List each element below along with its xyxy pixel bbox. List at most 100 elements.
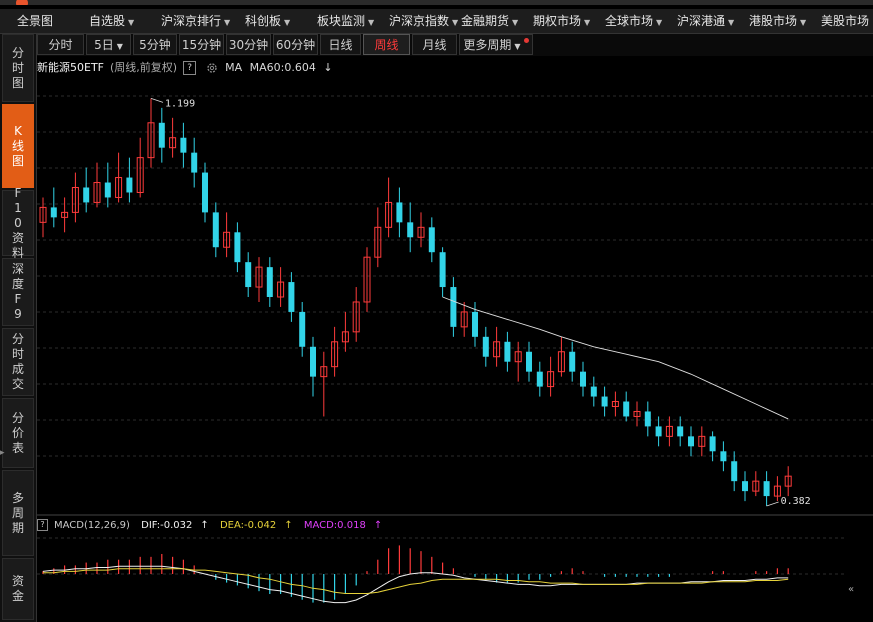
macd-dea-value: DEA:-0.042 — [219, 520, 277, 531]
low-price-label: 0.382 — [781, 496, 811, 507]
sidebar-btn-2[interactable]: F10资料 — [2, 186, 34, 260]
chart-qualifier: (周线,前复权) — [110, 61, 178, 74]
menu-item-1[interactable]: 自选股 ▼ — [89, 9, 134, 33]
menu-item-5[interactable]: 沪深京指数 ▼ — [389, 9, 458, 33]
candle-body — [655, 426, 662, 437]
menu-item-label: 沪深港通 — [677, 14, 726, 28]
menu-item-3[interactable]: 科创板 ▼ — [245, 9, 290, 33]
sidebar-btn-label: 多周期 — [11, 490, 24, 535]
sidebar-btn-label: F10资料 — [11, 185, 24, 260]
menu-item-4[interactable]: 板块监测 ▼ — [317, 9, 374, 33]
candle-body — [709, 436, 716, 452]
ma60-value: MA60:0.604 — [249, 61, 316, 74]
candle-body — [763, 481, 770, 497]
period-tab-5[interactable]: 60分钟 — [273, 34, 318, 55]
low-pointer — [766, 501, 779, 507]
candle-body — [688, 436, 694, 447]
period-tab-label: 15分钟 — [181, 38, 222, 52]
sidebar-btn-label: K线图 — [11, 123, 24, 168]
candle-body — [601, 396, 608, 407]
sidebar-btn-6[interactable]: 多周期 — [2, 470, 34, 556]
menu-item-6[interactable]: 金融期货 ▼ — [461, 9, 518, 33]
period-tab-0[interactable]: 分时 — [37, 34, 84, 55]
scroll-left-icon[interactable]: « — [848, 584, 854, 595]
period-tab-4[interactable]: 30分钟 — [226, 34, 271, 55]
sidebar-btn-7[interactable]: 资金 — [2, 558, 34, 620]
candle-body — [450, 287, 457, 327]
menu-item-7[interactable]: 期权市场 ▼ — [533, 9, 590, 33]
sidebar-collapse-icon[interactable]: ▸ — [0, 448, 8, 462]
period-tab-6[interactable]: 日线 — [320, 34, 361, 55]
menu-item-label: 期权市场 — [533, 14, 582, 28]
period-tab-label: 更多周期 — [463, 38, 512, 52]
candle-body — [126, 177, 133, 193]
chevron-down-icon: ▼ — [368, 18, 375, 27]
period-tab-label: 分时 — [48, 38, 73, 52]
period-tab-7[interactable]: 周线 — [363, 34, 410, 55]
menu-item-label: 美股市场 — [821, 14, 870, 28]
chevron-down-icon: ▼ — [512, 18, 519, 27]
candlestick-chart[interactable]: 1.199 0.382 — [37, 78, 873, 516]
candle-body — [407, 222, 414, 238]
main-menu-bar: 全景图 自选股 ▼ 沪深京排行 ▼ 科创板 ▼ 板块监测 ▼ 沪深京指数 ▼ 金融期货 ▼ 期权市场 ▼ 全球… — [0, 9, 873, 34]
menu-item-2[interactable]: 沪深京排行 ▼ — [161, 9, 230, 33]
candle-body — [526, 351, 532, 372]
candle-body — [644, 411, 651, 427]
candle-body — [428, 227, 435, 253]
period-tab-1[interactable]: 5日 ▼ — [86, 34, 131, 55]
candle-body — [104, 182, 111, 198]
stock-name: 新能源50ETF — [37, 61, 104, 74]
high-price-label: 1.199 — [165, 98, 195, 109]
macd-indicator-label[interactable]: MACD(12,26,9) — [54, 520, 130, 531]
candle-body — [742, 481, 748, 492]
sidebar-btn-0[interactable]: 分时图 — [2, 34, 34, 102]
macd-chart[interactable] — [37, 534, 847, 614]
app-logo-icon — [16, 0, 28, 5]
macd-up-arrow-icon: ↑ — [373, 520, 383, 531]
period-tab-label: 周线 — [374, 38, 399, 52]
ma-trend-arrow-icon: ↓ — [323, 61, 333, 74]
notification-dot-icon — [523, 38, 529, 43]
dif-line — [42, 565, 789, 604]
menu-item-9[interactable]: 沪深港通 ▼ — [677, 9, 734, 33]
menu-item-0[interactable]: 全景图 — [17, 9, 53, 33]
chevron-down-icon: ▼ — [116, 42, 123, 51]
menu-item-label: 全球市场 — [605, 14, 654, 28]
chevron-down-icon: ▼ — [800, 18, 807, 27]
menu-item-label: 沪深京指数 — [389, 14, 450, 28]
chevron-down-icon: ▼ — [584, 18, 591, 27]
ma-label[interactable]: MA — [225, 61, 242, 74]
sidebar-btn-3[interactable]: 深度F9 — [2, 258, 34, 326]
candle-body — [472, 311, 478, 337]
candle-body — [158, 122, 165, 148]
period-tab-label: 60分钟 — [275, 38, 316, 52]
left-sidebar: 分时图 K线图 F10资料 深度F9 分时成交 分价表 多周期 资金 — [0, 34, 37, 622]
menu-item-11[interactable]: 美股市场 — [821, 9, 869, 33]
sidebar-btn-4[interactable]: 分时成交 — [2, 328, 34, 396]
macd-info-bar: ? MACD(12,26,9) DIF:-0.032 ↑ DEA:-0.042 ↑ M… — [37, 518, 382, 534]
menu-item-8[interactable]: 全球市场 ▼ — [605, 9, 662, 33]
chevron-down-icon: ▼ — [284, 18, 291, 27]
period-tab-2[interactable]: 5分钟 — [133, 34, 177, 55]
period-tab-3[interactable]: 15分钟 — [179, 34, 224, 55]
candle-body — [504, 341, 511, 362]
candle-body — [731, 461, 738, 482]
sidebar-btn-label: 分时图 — [11, 45, 24, 90]
chevron-down-icon: ▼ — [514, 42, 521, 51]
menu-item-10[interactable]: 港股市场 ▼ — [749, 9, 806, 33]
sidebar-btn-1[interactable]: K线图 — [2, 104, 34, 188]
macd-help-icon[interactable]: ? — [37, 519, 48, 531]
sidebar-btn-label: 资金 — [11, 574, 24, 603]
stock-info-bar: 新能源50ETF (周线,前复权)? MA MA60:0.604 ↓ — [37, 58, 333, 78]
candle-body — [191, 152, 198, 173]
candle-body — [720, 451, 727, 462]
chevron-down-icon: ▼ — [128, 18, 135, 27]
chevron-down-icon: ▼ — [452, 18, 459, 27]
menu-item-label: 全景图 — [17, 14, 54, 28]
help-icon[interactable]: ? — [183, 61, 197, 75]
gear-icon[interactable] — [206, 62, 218, 74]
candle-body — [234, 232, 241, 263]
period-tab-8[interactable]: 月线 — [412, 34, 457, 55]
period-tab-label: 月线 — [422, 38, 447, 52]
period-tab-9[interactable]: 更多周期 ▼ — [459, 34, 533, 55]
